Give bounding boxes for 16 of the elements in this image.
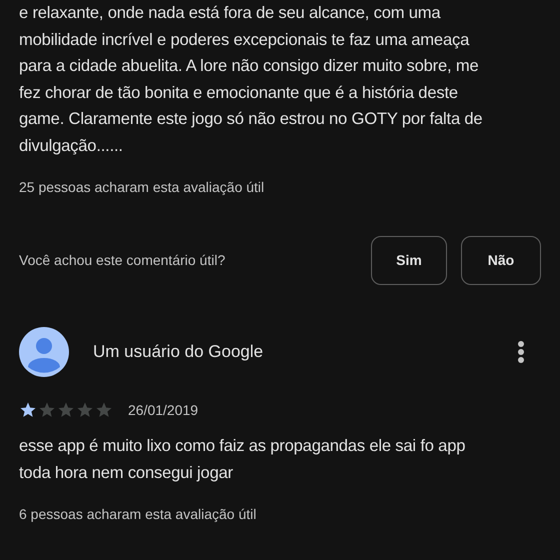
star-icon	[19, 401, 37, 419]
avatar-icon	[19, 327, 69, 377]
more-options-icon[interactable]	[517, 340, 525, 364]
no-button[interactable]: Não	[461, 236, 541, 284]
helpful-count: 6 pessoas acharam esta avaliação útil	[19, 505, 258, 524]
star-icon	[38, 401, 56, 419]
star-icon	[76, 401, 94, 419]
review-text: e relaxante, onde nada está fora de seu alcance, com uma mobilidade incrível e poderes excepcionais te faz uma ameaça para a cidade abuelita. A lore não consigo dizer muito sobre, me fez chorar de tão bonita e emocionante que é a história deste game. Claramente este jogo só não estrou no GOTY por falta de divulgação......	[19, 2, 484, 156]
review-text: esse app é muito lixo como faiz as propagandas ele sai fo app toda hora nem consegui jogar	[19, 435, 466, 484]
author-name: Um usuário do Google	[93, 342, 264, 362]
yes-button[interactable]: Sim	[371, 236, 447, 284]
helpful-count: 25 pessoas acharam esta avaliação útil	[19, 178, 266, 197]
helpful-question: Você achou este comentário útil?	[19, 252, 226, 268]
review-date: 26/01/2019	[128, 402, 198, 418]
star-icon	[95, 401, 113, 419]
star-icon	[57, 401, 75, 419]
